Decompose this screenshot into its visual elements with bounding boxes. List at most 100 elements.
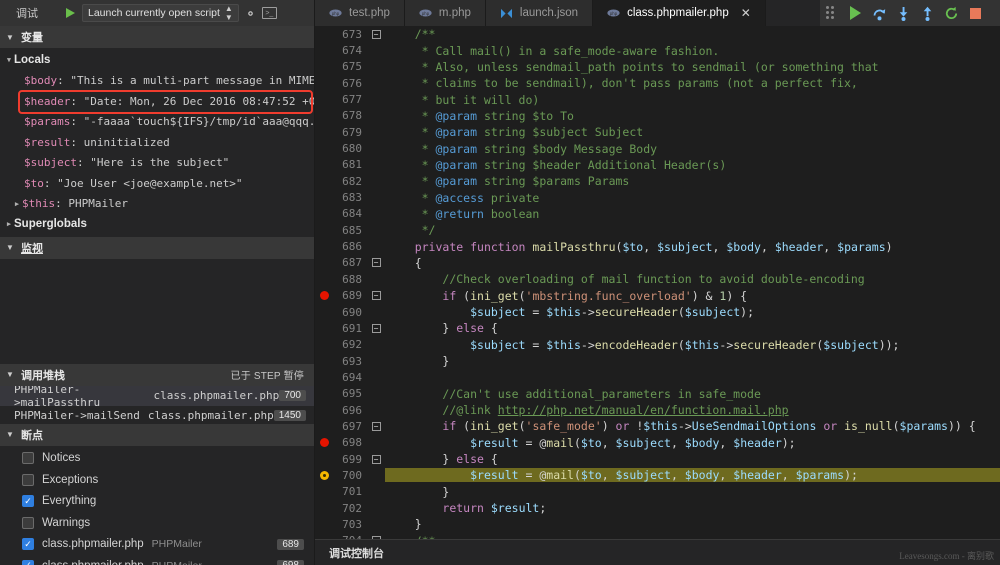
checkbox-checked-icon[interactable]: ✓ xyxy=(22,495,34,508)
code-line[interactable]: 691− } else { xyxy=(315,320,1000,336)
code-line[interactable]: 690 $subject = $this->secureHeader($subj… xyxy=(315,304,1000,320)
variable-row[interactable]: $body: "This is a multi-part message in … xyxy=(0,71,314,92)
code-line[interactable]: 678 * @param string $to To xyxy=(315,108,1000,124)
variables-scope-user-constants[interactable]: ▶ User defined constants xyxy=(0,235,314,237)
code-line[interactable]: 688 //Check overloading of mail function… xyxy=(315,271,1000,287)
variable-row[interactable]: $to: "Joe User <joe@example.net>" xyxy=(0,173,314,194)
variable-row[interactable]: $subject: "Here is the subject" xyxy=(0,153,314,174)
call-stack-list[interactable]: PHPMailer->mailPassthru class.phpmailer.… xyxy=(0,385,314,424)
close-icon[interactable]: ✕ xyxy=(741,7,751,19)
code-line[interactable]: 689− if (ini_get('mbstring.func_overload… xyxy=(315,288,1000,304)
fold-toggle-icon[interactable]: − xyxy=(367,29,385,39)
play-icon[interactable] xyxy=(66,8,75,18)
code-line[interactable]: 703 } xyxy=(315,516,1000,532)
code-line[interactable]: 685 */ xyxy=(315,222,1000,238)
code-line[interactable]: 681 * @param string $header Additional H… xyxy=(315,157,1000,173)
code-line[interactable]: 680 * @param string $body Message Body xyxy=(315,140,1000,156)
checkbox-unchecked-icon[interactable] xyxy=(22,516,34,529)
variables-tree[interactable]: ▼ Locals $body: "This is a multi-part me… xyxy=(0,48,314,237)
tab-m-php[interactable]: php m.php xyxy=(404,0,486,26)
debug-action-widget xyxy=(820,0,1000,26)
code-line[interactable]: 674 * Call mail() in a safe_mode-aware f… xyxy=(315,42,1000,58)
code-line[interactable]: 694 xyxy=(315,369,1000,385)
checkbox-unchecked-icon[interactable] xyxy=(22,452,34,465)
gear-icon[interactable] xyxy=(244,7,257,20)
code-line[interactable]: 676 * claims to be sendmail), don't pass… xyxy=(315,75,1000,91)
code-line[interactable]: 702 return $result; xyxy=(315,500,1000,516)
breakpoints-section-header[interactable]: ▼ 断点 xyxy=(0,423,314,446)
step-into-button[interactable] xyxy=(891,1,915,25)
watch-section-header[interactable]: ▼ 监视 xyxy=(0,236,314,259)
variable-row-params[interactable]: $params: "-faaaa`touch${IFS}/tmp/id`aaa@… xyxy=(0,112,314,133)
checkbox-checked-icon[interactable]: ✓ xyxy=(22,538,34,551)
breakpoint-gutter-marker[interactable] xyxy=(315,291,333,301)
code-line[interactable]: 699− } else { xyxy=(315,451,1000,467)
variable-row-this[interactable]: ▶ $this: PHPMailer xyxy=(0,194,314,215)
breakpoints-list[interactable]: Notices Exceptions ✓ Everything Warnings… xyxy=(0,445,314,565)
call-stack-row[interactable]: PHPMailer->mailPassthru class.phpmailer.… xyxy=(0,385,314,409)
code-line[interactable]: 682 * @param string $params Params xyxy=(315,173,1000,189)
code-line[interactable]: 704 − /** xyxy=(315,533,1000,539)
fold-toggle-icon[interactable]: − xyxy=(367,291,385,301)
checkbox-unchecked-icon[interactable] xyxy=(22,473,34,486)
code-line[interactable]: 697− if (ini_get('safe_mode') or !$this-… xyxy=(315,418,1000,434)
checkbox-checked-icon[interactable]: ✓ xyxy=(22,559,34,565)
breakpoint-row-notices[interactable]: Notices xyxy=(0,448,314,470)
tab-class-phpmailer-php[interactable]: php class.phpmailer.php ✕ xyxy=(593,0,766,26)
step-out-button[interactable] xyxy=(915,1,939,25)
launch-config-select[interactable]: Launch currently open script ▲ ▼ xyxy=(82,4,239,22)
code-line[interactable]: 687− { xyxy=(315,255,1000,271)
breakpoint-row-everything[interactable]: ✓ Everything xyxy=(0,491,314,513)
chevron-right-icon[interactable]: ▶ xyxy=(12,200,22,208)
breakpoint-row-warnings[interactable]: Warnings xyxy=(0,512,314,534)
call-stack-section-header[interactable]: ▼ 调用堆栈 已于 STEP 暂停 xyxy=(0,363,314,386)
code-line[interactable]: 696 //@link http://php.net/manual/en/fun… xyxy=(315,402,1000,418)
breakpoint-gutter-marker[interactable] xyxy=(315,438,333,448)
code-line[interactable]: 700 $result = @mail($to, $subject, $body… xyxy=(315,467,1000,483)
step-into-icon xyxy=(899,6,907,21)
variable-row[interactable]: $result: uninitialized xyxy=(0,132,314,153)
variables-scope-locals[interactable]: ▼ Locals xyxy=(0,50,314,71)
fold-toggle-icon[interactable]: − xyxy=(367,536,385,539)
code-text: * @return boolean xyxy=(421,206,540,221)
watch-expressions-list[interactable] xyxy=(0,258,314,364)
top-row: 调试 Launch currently open script ▲ ▼ >_ ph… xyxy=(0,0,1000,26)
fold-toggle-icon[interactable]: − xyxy=(367,421,385,431)
fold-toggle-icon[interactable]: − xyxy=(367,454,385,464)
code-line[interactable]: 683 * @access private xyxy=(315,189,1000,205)
breakpoint-row-exceptions[interactable]: Exceptions xyxy=(0,469,314,491)
variable-row[interactable]: $header: "Date: Mon, 26 Dec 2016 08:47:5… xyxy=(0,91,314,112)
code-line[interactable]: 675 * Also, unless sendmail_path points … xyxy=(315,59,1000,75)
code-line[interactable]: 686 private function mailPassthru($to, $… xyxy=(315,238,1000,254)
drag-grip-icon[interactable] xyxy=(826,6,838,20)
breakpoint-gutter-marker[interactable] xyxy=(315,470,333,480)
fold-toggle-icon[interactable]: − xyxy=(367,258,385,268)
code-line[interactable]: 693 } xyxy=(315,353,1000,369)
debug-console-header[interactable]: 调试控制台 xyxy=(315,539,1000,565)
stop-button[interactable] xyxy=(963,1,987,25)
code-line[interactable]: 692 $subject = $this->encodeHeader($this… xyxy=(315,337,1000,353)
code-line[interactable]: 684 * @return boolean xyxy=(315,206,1000,222)
tab-launch-json[interactable]: launch.json xyxy=(485,0,594,26)
tab-test-php[interactable]: php test.php xyxy=(315,0,405,26)
code-editor[interactable]: 673− /** 674 * Call mail() in a safe_mode… xyxy=(315,26,1000,539)
tab-label: class.phpmailer.php xyxy=(627,7,729,19)
breakpoint-row-file-689[interactable]: ✓ class.phpmailer.php PHPMailer 689 xyxy=(0,534,314,556)
open-console-icon[interactable]: >_ xyxy=(261,7,277,19)
code-line[interactable]: 677 * but it will do) xyxy=(315,91,1000,107)
breakpoint-row-file-698[interactable]: ✓ class.phpmailer.php PHPMailer 698 xyxy=(0,555,314,565)
step-over-button[interactable] xyxy=(867,1,891,25)
code-line[interactable]: 673− /** xyxy=(315,26,1000,42)
variables-section-header[interactable]: ▼ 变量 xyxy=(0,26,314,48)
fold-toggle-icon[interactable]: − xyxy=(367,323,385,333)
code-line[interactable]: 695 //Can't use additional_parameters in… xyxy=(315,386,1000,402)
line-number: 675 xyxy=(342,60,362,74)
variables-scope-superglobals[interactable]: ▶ Superglobals xyxy=(0,214,314,235)
restart-button[interactable] xyxy=(939,1,963,25)
breakpoint-label: class.phpmailer.php xyxy=(42,560,144,565)
code-line[interactable]: 701 } xyxy=(315,484,1000,500)
call-stack-row[interactable]: PHPMailer->mailSend class.phpmailer.php … xyxy=(0,406,314,424)
code-line[interactable]: 679 * @param string $subject Subject xyxy=(315,124,1000,140)
continue-button[interactable] xyxy=(843,1,867,25)
code-line[interactable]: 698 $result = @mail($to, $subject, $body… xyxy=(315,435,1000,451)
